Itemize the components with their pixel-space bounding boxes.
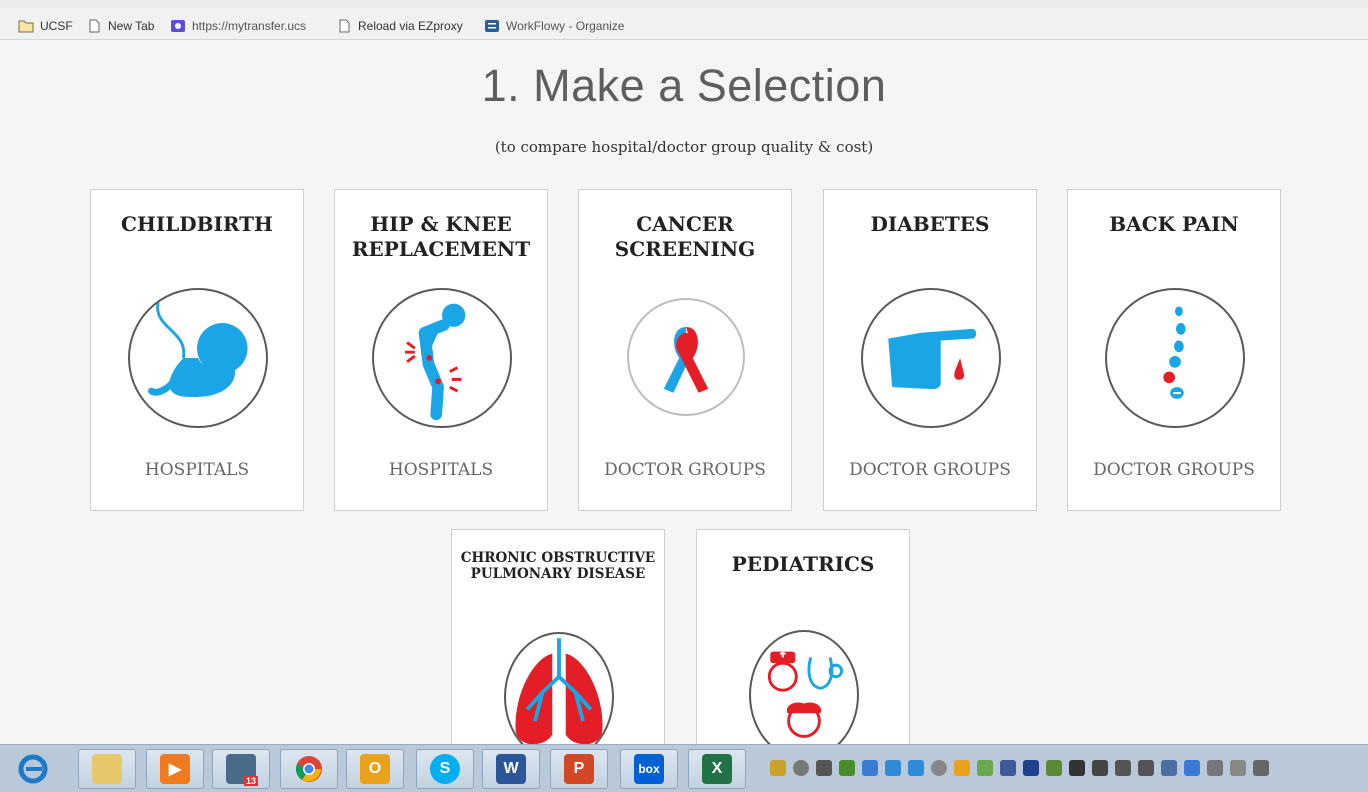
- bookmark-workflowy[interactable]: WorkFlowy - Organize: [484, 16, 624, 36]
- bookmark-label: New Tab: [108, 19, 155, 33]
- spine-icon: [1105, 288, 1245, 428]
- page-icon: [89, 19, 100, 33]
- volume-icon[interactable]: [1253, 760, 1269, 776]
- tray-outlook-icon[interactable]: [954, 760, 970, 776]
- tray-monitor-icon[interactable]: [1161, 760, 1177, 776]
- box-icon: box: [634, 754, 664, 784]
- taskbar-chrome[interactable]: [280, 749, 338, 789]
- tray-gear-icon[interactable]: [977, 760, 993, 776]
- pediatric-doctor-icon: [749, 630, 859, 760]
- taskbar: ▶ 13 O S W P box X: [0, 744, 1368, 792]
- battery-icon[interactable]: [1207, 760, 1223, 776]
- bookmark-label: UCSF: [40, 19, 73, 33]
- taskbar-skype[interactable]: S: [416, 749, 474, 789]
- workflowy-icon: [485, 20, 499, 32]
- tray-app-icon[interactable]: [1000, 760, 1016, 776]
- calendar-icon: 13: [226, 754, 258, 786]
- card-title: BACK PAIN: [1109, 212, 1239, 236]
- fetus-icon: [128, 288, 268, 428]
- media-player-icon: ▶: [160, 754, 190, 784]
- card-title: DIABETES: [870, 212, 990, 236]
- finger-blood-drop-icon: [861, 288, 1001, 428]
- card-diabetes[interactable]: DIABETES DOCTOR GROUPS: [823, 189, 1037, 511]
- tray-language-icon[interactable]: [1184, 760, 1200, 776]
- tray-plug-icon[interactable]: [1046, 760, 1062, 776]
- tray-eye-icon[interactable]: [885, 760, 901, 776]
- card-subtitle: DOCTOR GROUPS: [604, 460, 766, 480]
- tray-window-icon[interactable]: [1115, 760, 1131, 776]
- card-hip-knee-replacement[interactable]: HIP & KNEE REPLACEMENT HOSPITALS: [334, 189, 548, 511]
- folder-icon: [18, 20, 34, 33]
- card-copd[interactable]: CHRONIC OBSTRUCTIVE PULMONARY DISEASE: [451, 529, 665, 762]
- page-icon: [339, 19, 350, 33]
- bookmark-label: WorkFlowy - Organize: [506, 19, 625, 33]
- card-title: CHRONIC OBSTRUCTIVE PULMONARY DISEASE: [460, 550, 656, 582]
- card-subtitle: DOCTOR GROUPS: [1093, 460, 1255, 480]
- bookmark-ucsf[interactable]: UCSF: [18, 16, 73, 36]
- tray-pen-icon[interactable]: [1092, 760, 1108, 776]
- outlook-icon: O: [360, 754, 390, 784]
- excel-icon: X: [702, 754, 732, 784]
- transfer-icon: [171, 20, 185, 32]
- taskbar-explorer[interactable]: [78, 749, 136, 789]
- tray-sync-icon[interactable]: [793, 760, 809, 776]
- card-subtitle: DOCTOR GROUPS: [849, 460, 1011, 480]
- awareness-ribbon-icon: [627, 298, 745, 416]
- taskbar-calendar[interactable]: 13: [212, 749, 270, 789]
- page-title: 1. Make a Selection: [481, 60, 887, 111]
- card-title: HIP & KNEE REPLACEMENT: [351, 212, 531, 261]
- bookmark-label: https://mytransfer.ucs: [192, 19, 307, 33]
- signal-icon[interactable]: [1230, 760, 1246, 776]
- joint-pain-icon: [372, 288, 512, 428]
- bookmarks-bar: UCSF New Tab https://mytransfer.ucs Relo…: [0, 0, 1368, 40]
- bookmark-mytransfer[interactable]: https://mytransfer.ucs: [170, 16, 306, 36]
- taskbar-outlook[interactable]: O: [346, 749, 404, 789]
- bookmark-label: Reload via EZproxy: [358, 19, 463, 33]
- card-subtitle: HOSPITALS: [144, 460, 250, 480]
- word-icon: W: [496, 754, 526, 784]
- file-explorer-icon: [92, 754, 122, 784]
- card-pediatrics[interactable]: PEDIATRICS: [696, 529, 910, 760]
- skype-icon: S: [430, 754, 460, 784]
- taskbar-ie[interactable]: [4, 749, 62, 789]
- tray-eye-icon[interactable]: [908, 760, 924, 776]
- tab-strip-edge: [0, 0, 1368, 8]
- tray-window-icon[interactable]: [1138, 760, 1154, 776]
- card-title: CHILDBIRTH: [121, 212, 273, 236]
- card-childbirth[interactable]: CHILDBIRTH HOSPITALS: [90, 189, 304, 511]
- card-title: CANCER SCREENING: [614, 212, 756, 261]
- tray-circle-icon[interactable]: [931, 760, 947, 776]
- card-back-pain[interactable]: BACK PAIN DOCTOR GROUPS: [1067, 189, 1281, 511]
- calendar-badge: 13: [243, 776, 258, 786]
- lungs-icon: [504, 632, 614, 762]
- internet-explorer-icon: [18, 754, 48, 784]
- taskbar-excel[interactable]: X: [688, 749, 746, 789]
- bluetooth-icon[interactable]: [1023, 760, 1039, 776]
- tray-display-icon[interactable]: [1069, 760, 1085, 776]
- chrome-icon: [295, 756, 322, 782]
- powerpoint-icon: P: [564, 754, 594, 784]
- tray-network-icon[interactable]: [862, 760, 878, 776]
- tray-box-icon[interactable]: [816, 760, 832, 776]
- system-tray: [770, 755, 1269, 781]
- card-title: PEDIATRICS: [731, 552, 875, 576]
- card-cancer-screening[interactable]: CANCER SCREENING DOCTOR GROUPS: [578, 189, 792, 511]
- taskbar-media[interactable]: ▶: [146, 749, 204, 789]
- tray-check-icon[interactable]: [839, 760, 855, 776]
- bookmark-ezproxy[interactable]: Reload via EZproxy: [336, 16, 463, 36]
- card-subtitle: HOSPITALS: [388, 460, 494, 480]
- tray-shield-icon[interactable]: [770, 760, 786, 776]
- page-subtitle: (to compare hospital/doctor group qualit…: [494, 138, 874, 156]
- taskbar-box[interactable]: box: [620, 749, 678, 789]
- bookmark-new-tab[interactable]: New Tab: [86, 16, 154, 36]
- taskbar-word[interactable]: W: [482, 749, 540, 789]
- taskbar-powerpoint[interactable]: P: [550, 749, 608, 789]
